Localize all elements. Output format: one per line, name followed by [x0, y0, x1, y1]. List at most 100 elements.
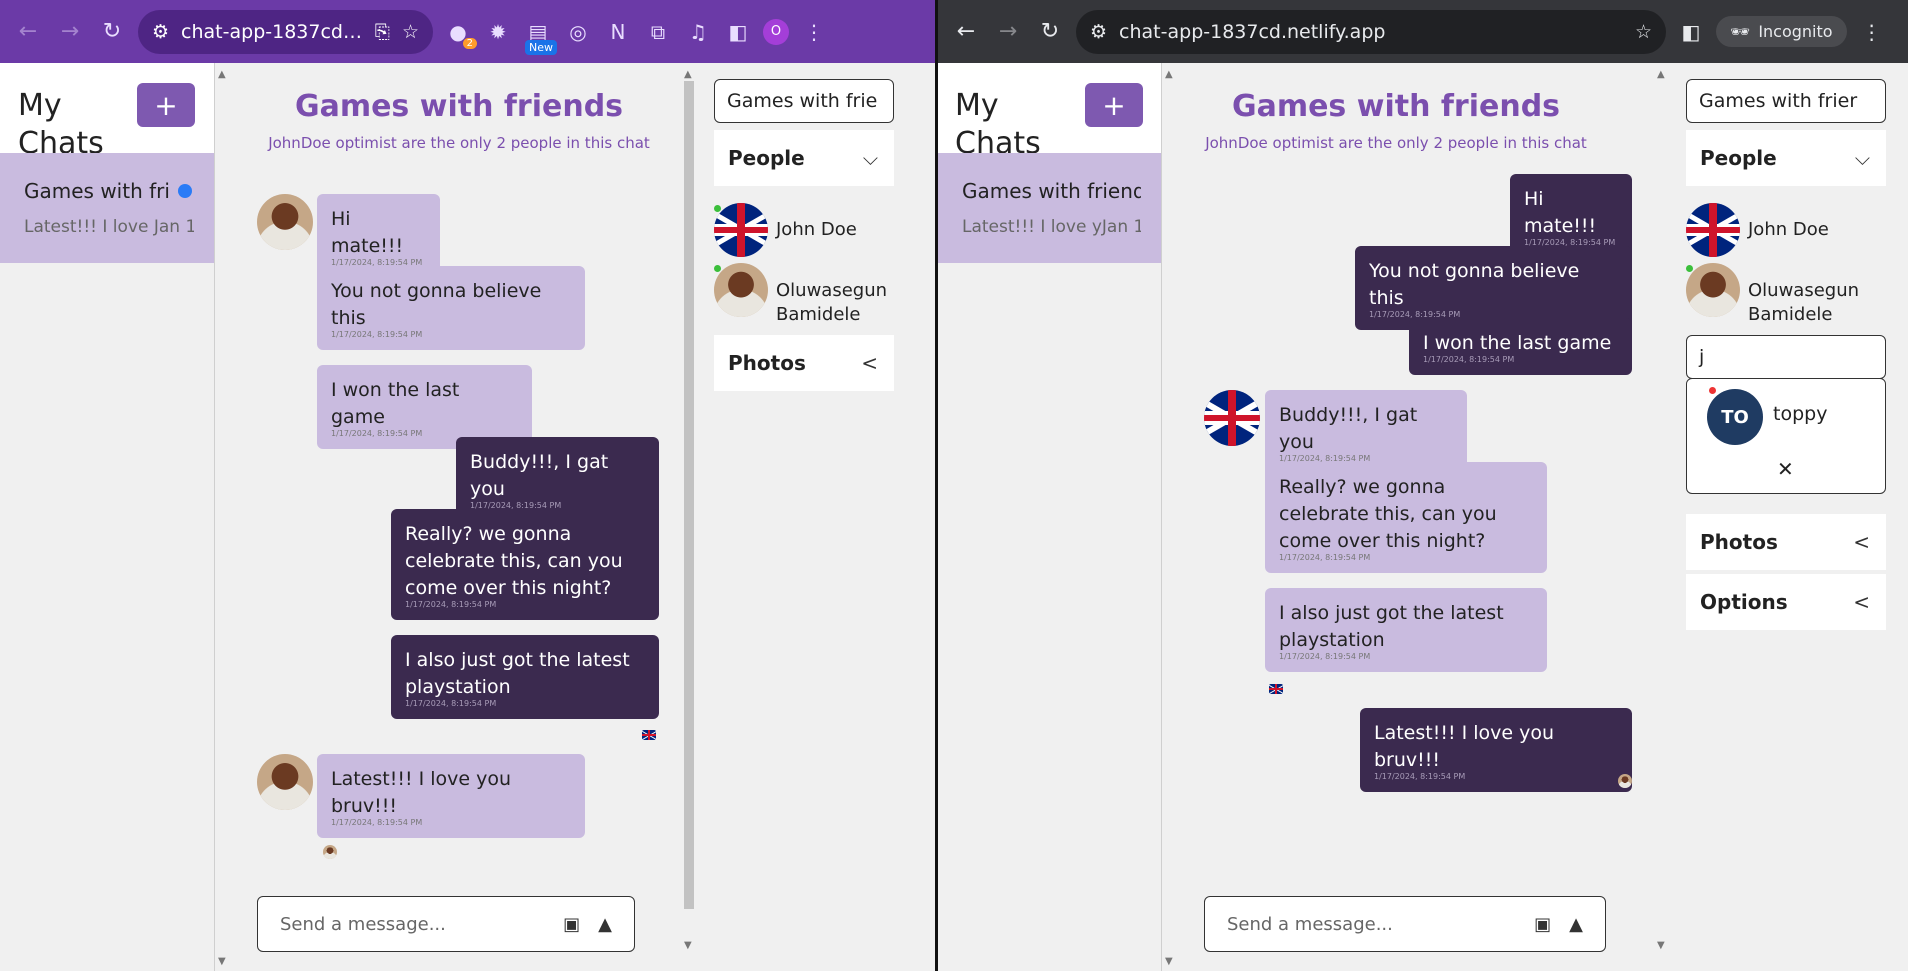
- chevron-left-icon: <: [861, 351, 878, 375]
- chat-name-field[interactable]: Games with frier: [1686, 79, 1886, 123]
- install-app-icon[interactable]: ⎘: [375, 21, 390, 43]
- menu-kebab-icon[interactable]: ⋮: [1857, 17, 1887, 47]
- site-settings-icon[interactable]: ⚙: [152, 21, 169, 43]
- extensions-puzzle-icon[interactable]: ⧉: [643, 17, 673, 47]
- message-timestamp: 1/17/2024, 8:19:54 PM: [331, 330, 423, 339]
- extension-icon[interactable]: ● 2: [443, 17, 477, 49]
- message-timestamp: 1/17/2024, 8:19:54 PM: [405, 600, 497, 609]
- add-user-search-input[interactable]: j: [1686, 335, 1886, 379]
- forward-arrow-icon[interactable]: →: [54, 16, 86, 48]
- reload-icon[interactable]: ↻: [96, 16, 128, 48]
- message-text: You not gonna believe this: [1369, 260, 1580, 309]
- profile-avatar[interactable]: O: [763, 18, 789, 45]
- forward-arrow-icon[interactable]: →: [992, 16, 1024, 48]
- user-initials-avatar[interactable]: TO: [1707, 389, 1763, 445]
- add-chat-button[interactable]: +: [1085, 83, 1143, 127]
- person-name: Oluwasegun Bamidele: [1748, 280, 1860, 325]
- site-settings-icon[interactable]: ⚙: [1090, 21, 1107, 43]
- options-panel-header[interactable]: Options <: [1686, 574, 1886, 630]
- message-text: Buddy!!!, I gat you: [1279, 404, 1418, 453]
- result-user-name[interactable]: toppy: [1773, 403, 1827, 425]
- person-item[interactable]: Oluwasegun Bamidele: [714, 263, 896, 327]
- chats-column: My Chats + Games with friend Latest!!! I…: [938, 63, 1162, 971]
- extension-target-icon[interactable]: ◎: [563, 17, 593, 47]
- app-page: My Chats + Games with friend Latest!!! I…: [938, 63, 1908, 971]
- message-text: Latest!!! I love you bruv!!!: [1374, 722, 1555, 771]
- conversation-scrollbar[interactable]: ▲ ▼: [1654, 63, 1670, 971]
- uk-flag-icon: [1204, 390, 1260, 446]
- person-item[interactable]: John Doe: [1686, 203, 1829, 257]
- star-icon[interactable]: ☆: [1635, 21, 1652, 43]
- message-input[interactable]: Send a message...: [1227, 914, 1516, 935]
- incognito-label: Incognito: [1758, 22, 1833, 41]
- chats-scrollbar[interactable]: ▲ ▼: [1162, 63, 1178, 971]
- image-icon[interactable]: ▣: [1534, 914, 1551, 935]
- incognito-indicator[interactable]: 🕶 Incognito: [1716, 16, 1847, 47]
- chats-header: My Chats +: [0, 63, 214, 153]
- photos-panel-header[interactable]: Photos <: [1686, 514, 1886, 570]
- back-arrow-icon[interactable]: ←: [12, 16, 44, 48]
- people-panel-header[interactable]: People ⌵: [1686, 130, 1886, 186]
- people-label: People: [1700, 146, 1777, 170]
- message-input[interactable]: Send a message...: [280, 914, 545, 935]
- media-control-icon[interactable]: ♫: [683, 17, 713, 47]
- image-icon[interactable]: ▣: [563, 914, 580, 935]
- extension-gear-icon[interactable]: ✹: [483, 17, 513, 47]
- conversation-subtitle: JohnDoe optimist are the only 2 people i…: [1205, 134, 1587, 152]
- message-text: I won the last game: [331, 379, 460, 428]
- message-text: Really? we gonna celebrate this, can you…: [1279, 476, 1497, 552]
- address-bar[interactable]: ⚙ chat-app-1837cd.n... ⎘ ☆: [138, 9, 433, 54]
- send-icon[interactable]: ▲: [1569, 914, 1583, 935]
- person-item[interactable]: Oluwasegun Bamidele: [1686, 263, 1878, 327]
- back-arrow-icon[interactable]: ←: [950, 16, 982, 48]
- left-browser-window: ← → ↻ ⚙ chat-app-1837cd.n... ⎘ ☆ ● 2 ✹ ▤ N…: [0, 0, 935, 971]
- chat-latest-message: Latest!!! I love yJan 1: [962, 217, 1141, 237]
- chat-name: Games with fri: [24, 179, 170, 203]
- chat-name-field[interactable]: Games with frie: [714, 79, 894, 123]
- chevron-left-icon: <: [1853, 590, 1870, 614]
- options-label: Options: [1700, 590, 1788, 614]
- message-text: You not gonna believe this: [331, 280, 542, 329]
- people-panel-header[interactable]: People ⌵: [714, 130, 894, 186]
- star-icon[interactable]: ☆: [402, 21, 419, 43]
- message-timestamp: 1/17/2024, 8:19:54 PM: [1423, 355, 1515, 364]
- person-name: John Doe: [1748, 219, 1829, 240]
- read-receipt-avatar: [323, 845, 337, 859]
- add-chat-button[interactable]: +: [137, 83, 195, 127]
- photos-panel-header[interactable]: Photos <: [714, 335, 894, 391]
- address-bar[interactable]: ⚙ chat-app-1837cd.netlify.app ☆: [1076, 9, 1666, 54]
- chats-scrollbar[interactable]: ▲ ▼: [215, 63, 231, 971]
- message-timestamp: 1/17/2024, 8:19:54 PM: [1374, 772, 1466, 781]
- app-page: My Chats + Games with fri Latest!!! I lo…: [0, 63, 935, 971]
- right-browser-window: ← → ↻ ⚙ chat-app-1837cd.netlify.app ☆ ◧ …: [938, 0, 1908, 971]
- side-panel-icon[interactable]: ◧: [723, 17, 753, 47]
- chat-list-item[interactable]: Games with friend Latest!!! I love yJan …: [938, 153, 1161, 263]
- message-text: Hi mate!!!: [331, 208, 404, 257]
- chat-latest-message: Latest!!! I love Jan 1: [24, 217, 194, 237]
- person-item[interactable]: John Doe: [714, 203, 857, 257]
- close-icon[interactable]: ✕: [1777, 457, 1794, 481]
- message-composer[interactable]: Send a message... ▣ ▲: [1204, 896, 1606, 952]
- send-icon[interactable]: ▲: [598, 914, 612, 935]
- extension-new-icon[interactable]: ▤ New: [523, 17, 557, 55]
- sender-avatar: [257, 754, 313, 810]
- online-dot-icon: [714, 265, 721, 272]
- message-timestamp: 1/17/2024, 8:19:54 PM: [1279, 553, 1371, 562]
- chat-list-item[interactable]: Games with fri Latest!!! I love Jan 1: [0, 153, 214, 263]
- message-bubble: I also just got the latest playstation 1…: [391, 635, 659, 719]
- side-panel-icon[interactable]: ◧: [1676, 17, 1706, 47]
- message-bubble: Really? we gonna celebrate this, can you…: [391, 509, 659, 620]
- browser-toolbar: ← → ↻ ⚙ chat-app-1837cd.netlify.app ☆ ◧ …: [938, 0, 1908, 63]
- reload-icon[interactable]: ↻: [1034, 16, 1066, 48]
- photos-label: Photos: [728, 351, 806, 375]
- menu-kebab-icon[interactable]: ⋮: [799, 17, 829, 47]
- extension-logo-icon[interactable]: N: [603, 17, 633, 47]
- uk-flag-icon: [714, 203, 768, 257]
- message-text: I won the last game: [1423, 332, 1612, 354]
- conversation-subtitle: JohnDoe optimist are the only 2 people i…: [268, 134, 650, 152]
- chat-name: Games with friend: [962, 179, 1141, 203]
- message-composer[interactable]: Send a message... ▣ ▲: [257, 896, 635, 952]
- url-text: chat-app-1837cd.n...: [181, 20, 363, 43]
- message-bubble: Latest!!! I love you bruv!!! 1/17/2024, …: [317, 754, 585, 838]
- conversation-scrollbar[interactable]: ▲ ▼: [681, 63, 697, 971]
